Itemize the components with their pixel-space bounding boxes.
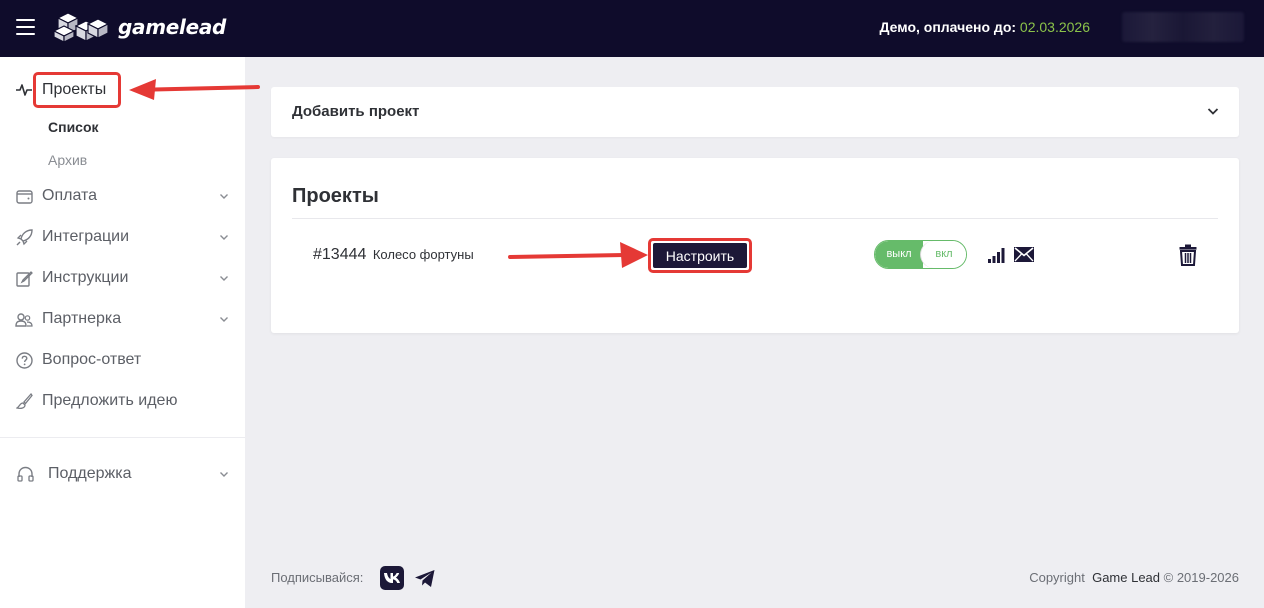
copyright-prefix: Copyright bbox=[1029, 570, 1085, 585]
sidebar-item-label: Партнерка bbox=[42, 310, 122, 327]
signal-bars-icon[interactable] bbox=[987, 246, 1005, 264]
subscribe-label: Подписывайся: bbox=[271, 570, 364, 585]
sidebar-item-partners[interactable]: Партнерка bbox=[0, 302, 245, 336]
chevron-down-icon bbox=[220, 235, 228, 240]
headphones-icon bbox=[16, 465, 34, 483]
vk-icon[interactable] bbox=[380, 566, 404, 590]
toggle-on-label: вкл bbox=[920, 241, 966, 268]
add-project-panel[interactable]: Добавить проект bbox=[271, 87, 1239, 137]
telegram-icon[interactable] bbox=[414, 569, 436, 588]
sidebar-item-faq[interactable]: Вопрос-ответ bbox=[0, 343, 245, 377]
sidebar-item-label: Оплата bbox=[42, 187, 98, 204]
toggle-off-label: выкл bbox=[875, 241, 923, 268]
users-icon bbox=[15, 310, 33, 328]
sidebar: Проекты Список Архив Оплата Интеграции И… bbox=[0, 57, 245, 608]
chevron-down-icon bbox=[220, 472, 228, 477]
add-project-title: Добавить проект bbox=[292, 103, 420, 120]
copyright: Copyright Game Lead © 2019-2026 bbox=[1029, 570, 1239, 585]
sidebar-item-payment[interactable]: Оплата bbox=[0, 179, 245, 213]
demo-status: Демо, оплачено до: 02.03.2026 bbox=[880, 19, 1090, 35]
brush-icon bbox=[15, 392, 33, 410]
sidebar-item-label: Поддержка bbox=[48, 465, 132, 482]
copyright-brand[interactable]: Game Lead bbox=[1092, 570, 1160, 585]
project-toggle[interactable]: выкл вкл bbox=[874, 240, 967, 269]
sidebar-item-label: Интеграции bbox=[42, 228, 130, 245]
pulse-icon bbox=[15, 81, 33, 99]
project-name: Колесо фортуны bbox=[372, 247, 474, 262]
sidebar-item-label: Предложить идею bbox=[42, 392, 178, 409]
sidebar-subitem-list[interactable]: Список bbox=[48, 119, 99, 135]
sidebar-item-instructions[interactable]: Инструкции bbox=[0, 261, 245, 295]
chevron-down-icon bbox=[220, 194, 228, 199]
sidebar-item-integrations[interactable]: Интеграции bbox=[0, 220, 245, 254]
sidebar-item-label: Инструкции bbox=[42, 269, 129, 286]
question-icon bbox=[15, 351, 33, 369]
user-account-blurred[interactable] bbox=[1122, 12, 1244, 42]
projects-card-title: Проекты bbox=[292, 185, 379, 207]
project-row: #13444 Колесо фортуны bbox=[313, 246, 474, 264]
highlight-frame bbox=[33, 72, 121, 108]
menu-icon[interactable] bbox=[16, 19, 35, 35]
wallet-icon bbox=[15, 187, 33, 205]
logo[interactable]: gamelead bbox=[54, 11, 226, 43]
chevron-down-icon bbox=[220, 276, 228, 281]
projects-card: Проекты #13444 Колесо фортуны Настроить … bbox=[271, 158, 1239, 333]
divider bbox=[292, 218, 1218, 219]
logo-text: gamelead bbox=[118, 15, 227, 39]
logo-cubes-icon bbox=[54, 12, 110, 43]
chevron-down-icon bbox=[220, 317, 228, 322]
sidebar-subitem-archive[interactable]: Архив bbox=[48, 152, 87, 168]
demo-date: 02.03.2026 bbox=[1019, 19, 1090, 35]
project-id: #13444 bbox=[313, 246, 367, 263]
setup-button[interactable]: Настроить bbox=[653, 243, 747, 268]
sidebar-item-label: Вопрос-ответ bbox=[42, 351, 142, 368]
trash-icon[interactable] bbox=[1179, 244, 1197, 266]
rocket-icon bbox=[15, 228, 33, 246]
sidebar-item-support[interactable]: Поддержка bbox=[0, 457, 245, 491]
top-bar: gamelead Демо, оплачено до: 02.03.2026 bbox=[0, 0, 1264, 57]
sidebar-divider bbox=[0, 437, 245, 438]
chevron-down-icon bbox=[1207, 108, 1219, 115]
mail-icon[interactable] bbox=[1014, 247, 1034, 262]
sidebar-item-suggest-idea[interactable]: Предложить идею bbox=[0, 384, 245, 418]
edit-icon bbox=[15, 269, 33, 287]
copyright-suffix: © 2019-2026 bbox=[1163, 570, 1239, 585]
demo-label: Демо, оплачено до: bbox=[879, 19, 1017, 35]
